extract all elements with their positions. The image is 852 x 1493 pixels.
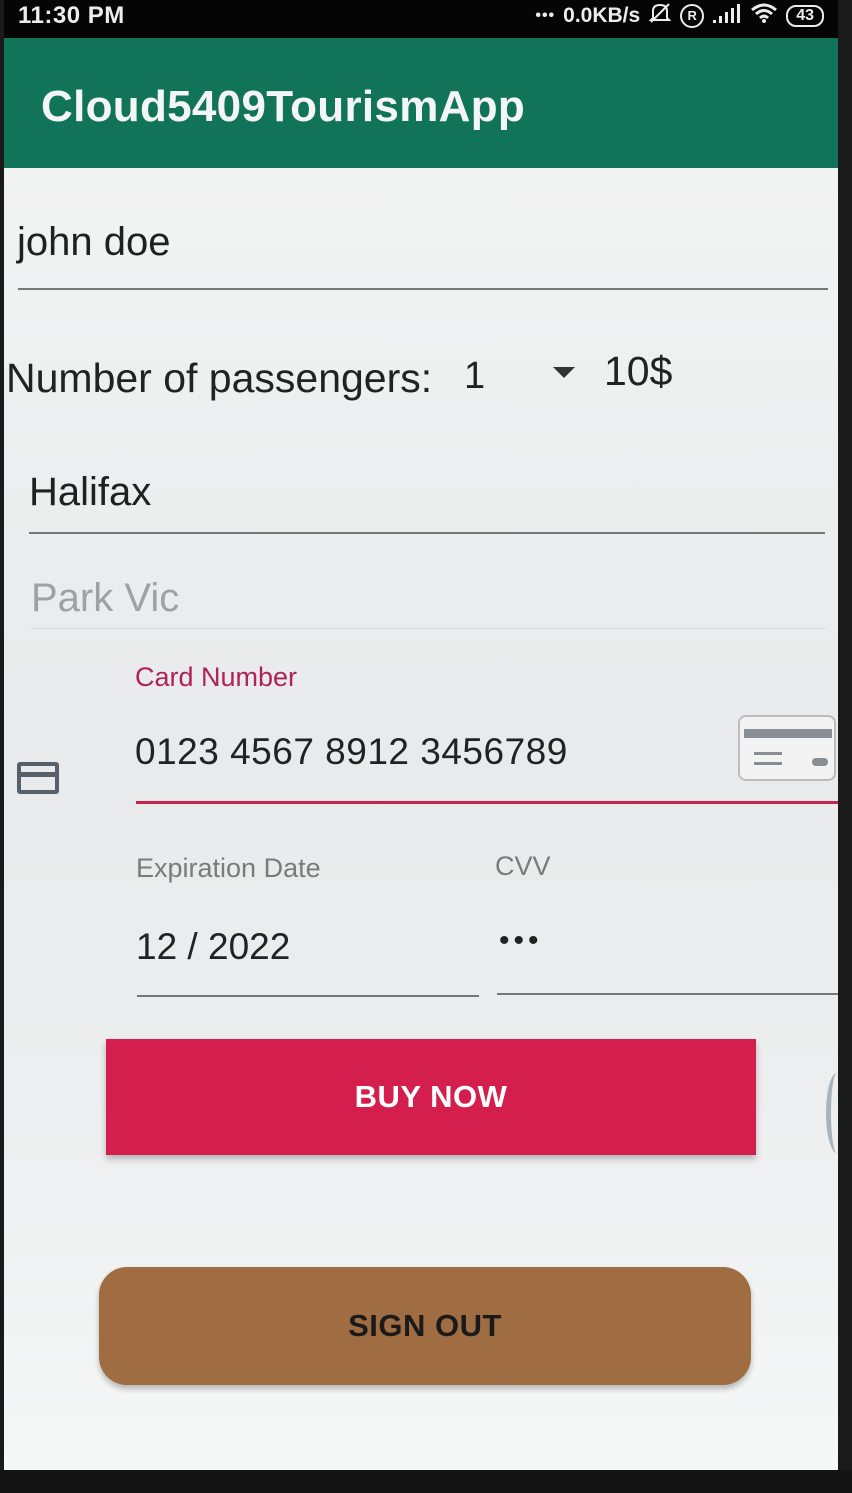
hotel-input-underline <box>31 628 826 629</box>
card-brand-icon <box>738 715 836 781</box>
signal-icon <box>712 2 742 30</box>
dropdown-arrow-icon[interactable] <box>553 367 575 378</box>
sign-out-button[interactable]: SIGN OUT <box>99 1267 751 1385</box>
battery-icon: 43 <box>786 5 824 27</box>
more-notifications-icon: ••• <box>535 7 556 24</box>
passengers-spinner[interactable]: 1 <box>464 355 485 398</box>
wifi-icon <box>750 2 778 30</box>
expiration-date-label: Expiration Date <box>136 853 321 883</box>
cvv-underline <box>497 993 839 995</box>
network-speed: 0.0KB/s <box>563 4 641 27</box>
hotel-input[interactable]: Park Vic <box>31 576 179 621</box>
cvv-input[interactable]: ••• <box>499 924 543 958</box>
expiration-date-input[interactable]: 12 / 2022 <box>136 926 290 968</box>
cvv-label: CVV <box>495 851 551 881</box>
status-time: 11:30 PM <box>18 2 125 29</box>
city-input[interactable]: Halifax <box>29 470 151 515</box>
device-bezel-right <box>838 0 852 1470</box>
name-input[interactable]: john doe <box>17 220 170 265</box>
card-number-label: Card Number <box>135 662 298 692</box>
status-bar: 11:30 PM ••• 0.0KB/s R 43 <box>4 0 838 38</box>
price-label: 10$ <box>604 348 673 394</box>
name-input-underline <box>18 288 828 290</box>
app-bar: Cloud5409TourismApp <box>4 38 838 168</box>
mute-icon <box>648 2 672 30</box>
roaming-icon: R <box>680 4 705 28</box>
booking-form: john doe Number of passengers: 1 10$ Hal… <box>4 168 848 1470</box>
city-input-underline <box>29 532 825 534</box>
status-icons: ••• 0.0KB/s R 43 <box>535 1 824 31</box>
phone-screen: 11:30 PM ••• 0.0KB/s R 43 Cloud5409Touri… <box>0 0 852 1493</box>
app-title: Cloud5409TourismApp <box>41 82 526 131</box>
card-number-input[interactable]: 0123 4567 8912 3456789 <box>135 731 568 773</box>
expiration-date-underline <box>137 995 479 997</box>
credit-card-icon <box>17 762 59 794</box>
passengers-label: Number of passengers: <box>6 355 433 401</box>
buy-now-button[interactable]: BUY NOW <box>106 1039 756 1155</box>
card-number-underline <box>136 801 838 804</box>
device-bezel-bottom <box>0 1470 852 1493</box>
device-bezel-left <box>0 0 4 1470</box>
